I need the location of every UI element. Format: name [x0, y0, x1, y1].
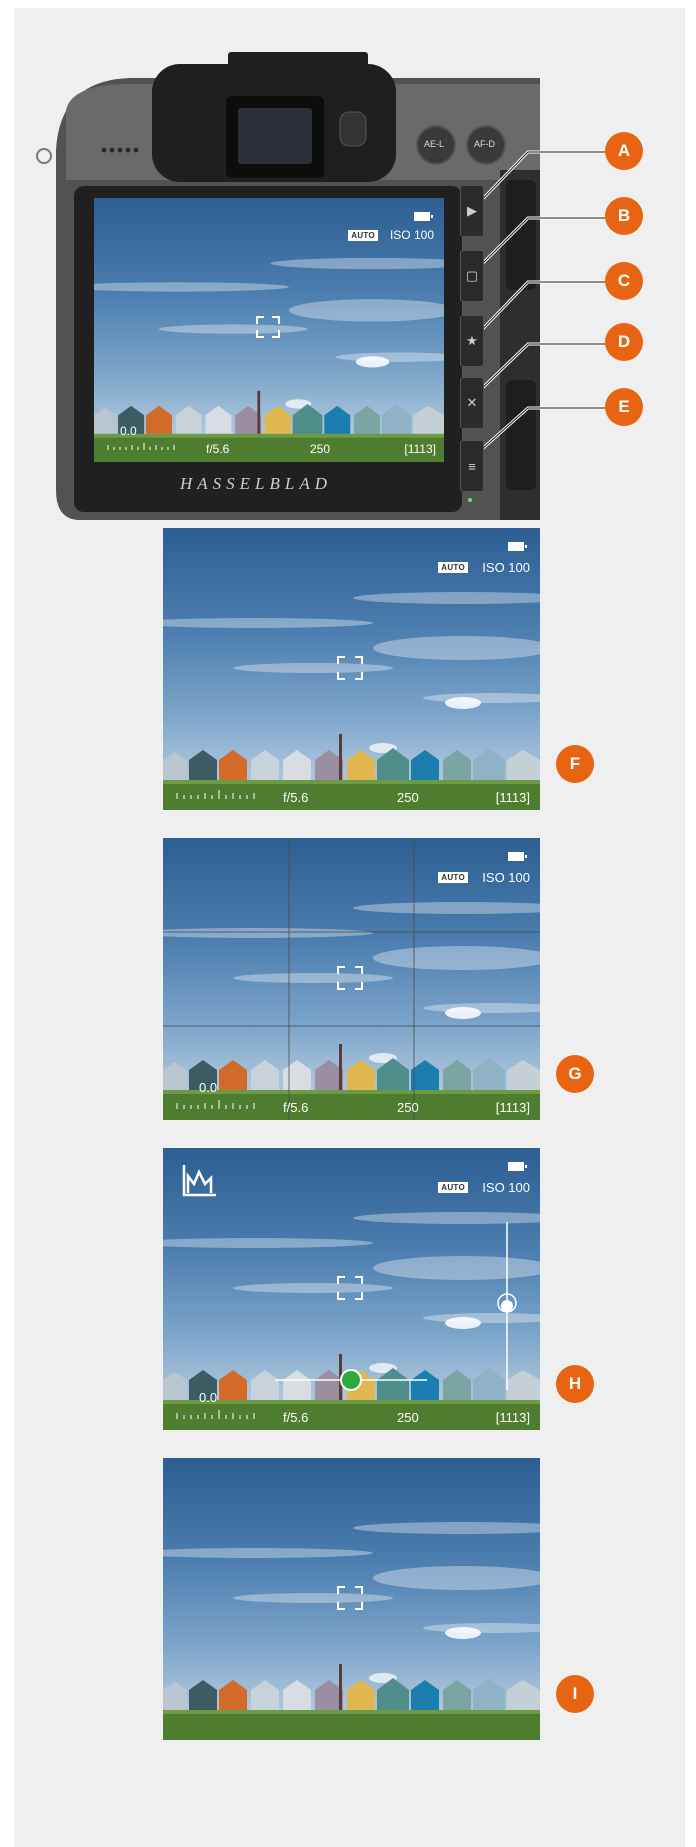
iso-value: ISO 100 [482, 560, 530, 575]
exposure-scale [176, 1410, 255, 1419]
exposure-scale [176, 790, 255, 799]
iso-value: ISO 100 [482, 870, 530, 885]
callout-f: F [556, 745, 594, 783]
iso-auto-tag: AUTO [438, 562, 468, 573]
callout-d: D [605, 323, 643, 361]
play-button[interactable]: ▶ [460, 185, 484, 237]
display-button[interactable]: ▢ [460, 250, 484, 302]
shutter-value: 250 [397, 1410, 419, 1425]
exposure-scale [176, 1100, 255, 1109]
callout-g: G [556, 1055, 594, 1093]
shots-remaining: [1113] [495, 1100, 530, 1115]
aperture-value: f/5.6 [206, 442, 230, 456]
iso-auto-tag: AUTO [438, 872, 468, 883]
aperture-value: f/5.6 [283, 1100, 309, 1115]
callout-c: C [605, 262, 643, 300]
af-frame [256, 316, 280, 338]
shots-remaining: [1113] [495, 790, 530, 805]
callout-a: A [605, 132, 643, 170]
iso-auto-tag: AUTO [348, 230, 378, 241]
battery-icon [508, 542, 527, 551]
live-view-grid: AUTO ISO 100 0.0 f/5.6 250 [1113] [163, 838, 540, 1120]
menu-button[interactable]: ≡ [460, 440, 484, 492]
live-view-level: AUTO ISO 100 0.0 f/5.6 250 [1113] [163, 1148, 540, 1430]
shutter-value: 250 [310, 442, 331, 456]
aperture-value: f/5.6 [283, 1410, 309, 1425]
shots-remaining: [1113] [404, 442, 436, 456]
shots-remaining: [1113] [495, 1410, 530, 1425]
ae-l-button-label[interactable]: AE-L [424, 139, 444, 149]
exposure-scale [107, 443, 175, 450]
level-indicators [275, 1222, 517, 1391]
live-view-standard: AUTO ISO 100 f/5.6 250 [1113] [163, 528, 540, 810]
callout-h: H [556, 1365, 594, 1403]
battery-icon [414, 212, 433, 221]
callout-b: B [605, 197, 643, 235]
af-frame [337, 966, 363, 990]
camera-back-illustration: AE-L AF-D AUTO ISO 100 0.0 f/5.6 250 [11… [0, 0, 696, 540]
delete-button[interactable]: ✕ [460, 377, 484, 429]
shutter-value: 250 [397, 790, 419, 805]
iso-value: ISO 100 [389, 228, 434, 242]
favorite-button[interactable]: ★ [460, 315, 484, 367]
battery-icon [508, 852, 527, 861]
live-view-clean [163, 1458, 540, 1740]
af-frame [337, 656, 363, 680]
brand-logo: HASSELBLAD [180, 474, 332, 493]
camera-screen: AUTO ISO 100 0.0 f/5.6 250 [1113] [94, 198, 444, 462]
af-frame [337, 1586, 363, 1610]
callout-e: E [605, 388, 643, 426]
af-d-button-label[interactable]: AF-D [474, 139, 495, 149]
exposure-comp-value: 0.0 [199, 1390, 218, 1405]
callout-i: I [556, 1675, 594, 1713]
exposure-comp-value: 0.0 [120, 424, 137, 438]
exposure-comp-value: 0.0 [199, 1080, 218, 1095]
shutter-value: 250 [397, 1100, 419, 1115]
roll-level-marker [340, 1369, 362, 1391]
aperture-value: f/5.6 [283, 790, 309, 805]
